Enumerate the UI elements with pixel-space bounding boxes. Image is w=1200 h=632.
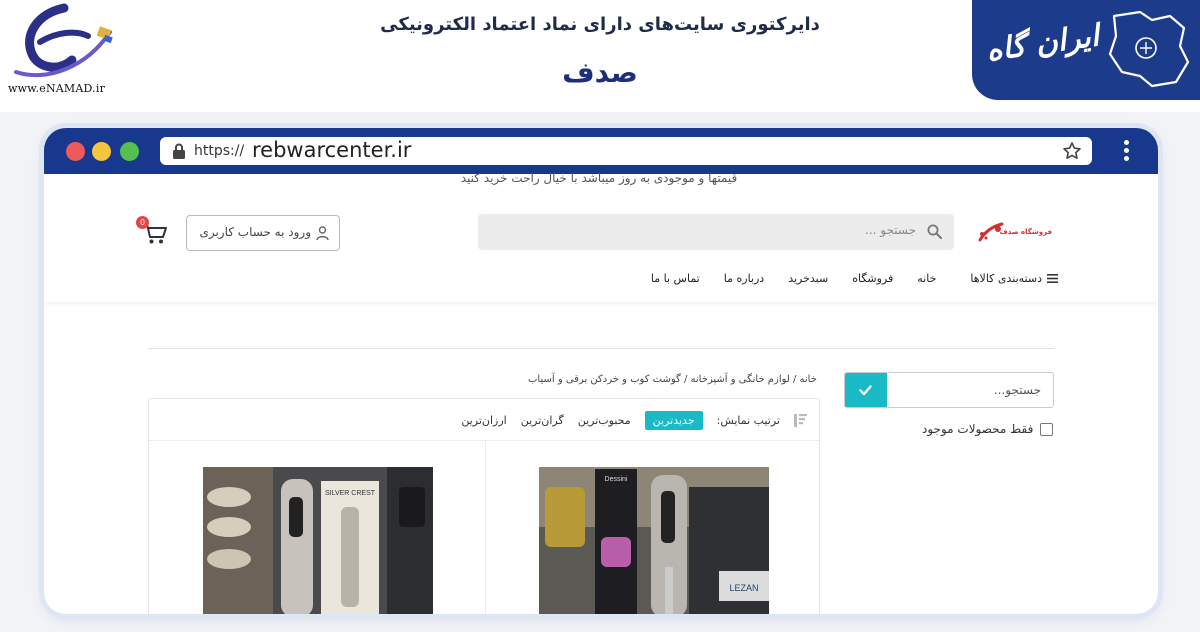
- browser-menu-icon[interactable]: [1124, 140, 1130, 162]
- main-navigation: دسته‌بندی کالاها خانه فروشگاه سبدخرید در…: [651, 272, 1058, 285]
- site-search-input[interactable]: جستجو ...: [478, 214, 954, 250]
- product-image-hand-blender[interactable]: LEZAN Dessini: [539, 467, 769, 614]
- nav-cart[interactable]: سبدخرید: [788, 272, 828, 285]
- check-icon: [859, 385, 872, 396]
- in-stock-filter[interactable]: فقط محصولات موجود: [922, 422, 1054, 436]
- sort-popular[interactable]: محبوب‌ترین: [578, 414, 631, 427]
- close-window-button[interactable]: [66, 142, 85, 161]
- directory-banner: www.eNAMAD.ir دایرکتوری سایت‌های دارای ن…: [0, 0, 1200, 112]
- store-logo-text: فروشگاه صدف: [999, 228, 1052, 236]
- in-stock-label: فقط محصولات موجود: [922, 422, 1034, 436]
- sort-newest[interactable]: جدیدترین: [644, 411, 703, 430]
- url-host: rebwarcenter.ir: [252, 138, 412, 162]
- product-image-silvercrest-blender[interactable]: SILVER CREST: [203, 467, 433, 614]
- directory-heading: دایرکتوری سایت‌های دارای نماد اعتماد الک…: [380, 14, 820, 35]
- search-icon: [927, 224, 942, 239]
- sort-label: ترتیب نمایش:: [716, 414, 780, 427]
- search-placeholder: جستجو ...: [865, 223, 916, 237]
- bookmark-star-icon[interactable]: [1062, 141, 1082, 161]
- sort-most-expensive[interactable]: گران‌ترین: [521, 414, 564, 427]
- browser-window: https:// rebwarcenter.ir قیمتها و موجودی…: [44, 128, 1158, 614]
- login-label: ورود به حساب کاربری: [199, 225, 311, 239]
- breadcrumb[interactable]: خانه / لوازم خانگی و آشپزخانه / گوشت کوب…: [528, 374, 817, 385]
- sort-filter-icon: [794, 414, 807, 427]
- nav-contact[interactable]: تماس با ما: [651, 272, 700, 285]
- address-bar[interactable]: https:// rebwarcenter.ir: [160, 137, 1092, 165]
- nav-categories[interactable]: دسته‌بندی کالاها: [970, 272, 1058, 285]
- nav-shop[interactable]: فروشگاه: [852, 272, 893, 285]
- lezan-box-label: LEZAN: [729, 583, 758, 593]
- menu-icon: [1047, 274, 1058, 283]
- website-content: قیمتها و موجودی به روز میباشد با خیال را…: [44, 171, 1158, 614]
- user-icon: [316, 226, 329, 241]
- iran-map-icon: [1108, 10, 1190, 88]
- nav-categories-label: دسته‌بندی کالاها: [970, 272, 1042, 285]
- silvercrest-brand-label: SILVER CREST: [325, 490, 376, 497]
- product-column-divider: [485, 441, 486, 614]
- sort-bar: ترتیب نمایش: جدیدترین محبوب‌ترین گران‌تر…: [149, 399, 819, 441]
- enamad-url[interactable]: www.eNAMAD.ir: [8, 82, 118, 95]
- sidebar-search-submit-button[interactable]: [845, 373, 887, 407]
- nav-home[interactable]: خانه: [917, 272, 936, 285]
- sidebar-search-placeholder: جستجو...: [993, 383, 1041, 397]
- section-divider: [148, 348, 1054, 349]
- browser-toolbar: https:// rebwarcenter.ir: [44, 128, 1158, 174]
- hand-blender-photo: LEZAN Dessini: [539, 467, 769, 614]
- cart-count-badge: 0: [136, 216, 149, 229]
- site-name-title: صدف: [562, 56, 638, 89]
- login-button[interactable]: ورود به حساب کاربری: [186, 215, 340, 251]
- dessini-brand-label: Dessini: [605, 476, 628, 483]
- lock-icon: [173, 143, 185, 159]
- site-logo[interactable]: فروشگاه صدف: [972, 218, 1058, 250]
- irangah-wordmark: ایران گاه: [984, 18, 1102, 69]
- products-panel: ترتیب نمایش: جدیدترین محبوب‌ترین گران‌تر…: [148, 398, 820, 614]
- announcement-text: قیمتها و موجودی به روز میباشد با خیال را…: [460, 171, 738, 185]
- url-scheme: https://: [194, 143, 245, 159]
- nav-about[interactable]: درباره ما: [724, 272, 764, 285]
- site-header: قیمتها و موجودی به روز میباشد با خیال را…: [44, 171, 1158, 302]
- sort-cheapest[interactable]: ارزان‌ترین: [461, 414, 506, 427]
- silvercrest-blender-photo: SILVER CREST: [203, 467, 433, 614]
- cart-button[interactable]: 0: [136, 216, 168, 246]
- sidebar-search-input[interactable]: جستجو...: [844, 372, 1054, 408]
- irangah-badge: ایران گاه: [972, 0, 1200, 100]
- maximize-window-button[interactable]: [120, 142, 139, 161]
- minimize-window-button[interactable]: [92, 142, 111, 161]
- in-stock-checkbox[interactable]: [1040, 422, 1054, 436]
